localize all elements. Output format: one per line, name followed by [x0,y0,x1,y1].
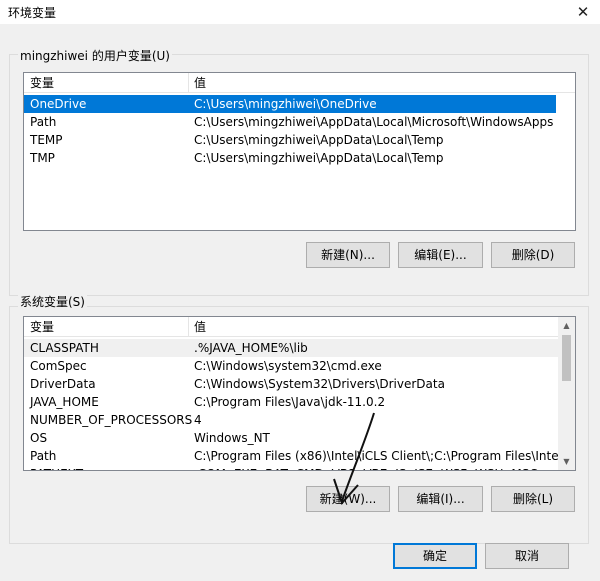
system-vars-header: 变量 值 [24,317,558,337]
table-row[interactable]: CLASSPATH .%JAVA_HOME%\lib [24,339,558,357]
variable-value: C:\Windows\system32\cmd.exe [194,359,382,373]
user-vars-group-label: mingzhiwei 的用户变量(U) [18,47,172,64]
table-row[interactable]: DriverData C:\Windows\System32\Drivers\Dr… [24,375,558,393]
system-edit-button[interactable]: 编辑(I)... [398,486,483,512]
system-vars-list[interactable]: 变量 值 CLASSPATH .%JAVA_HOME%\lib ComSpec C:\… [23,316,576,471]
variable-name: JAVA_HOME [30,395,99,409]
variable-value: Windows_NT [194,431,270,445]
scroll-up-icon[interactable]: ▲ [558,317,575,334]
system-vars-scrollbar[interactable]: ▲ ▼ [558,317,575,470]
dialog-body: mingzhiwei 的用户变量(U) 变量 值 OneDrive C:\User… [0,24,600,581]
variable-name: PATHEXT [30,465,83,470]
table-row[interactable]: Path C:\Program Files (x86)\Intel\iCLS Cl… [24,447,575,465]
close-icon[interactable]: ✕ [572,2,594,22]
table-row[interactable]: TMP C:\Users\mingzhiwei\AppData\Local\Tem… [24,149,556,167]
ok-button[interactable]: 确定 [393,543,477,569]
variable-name: TMP [30,151,55,165]
variable-value: .%JAVA_HOME%\lib [194,341,308,355]
variable-name: Path [30,449,57,463]
user-vars-header: 变量 值 [24,73,575,93]
window-title: 环境变量 [8,6,57,20]
variable-name: DriverData [30,377,96,391]
variable-value: C:\Users\mingzhiwei\AppData\Local\Micros… [194,115,554,129]
scroll-down-icon[interactable]: ▼ [558,453,575,470]
variable-name: CLASSPATH [30,341,99,355]
variable-value: 4 [194,413,202,427]
variable-value: C:\Users\mingzhiwei\AppData\Local\Temp [194,133,444,147]
table-row[interactable]: JAVA_HOME C:\Program Files\Java\jdk-11.0.… [24,393,558,411]
system-vars-group-label: 系统变量(S) [18,293,87,310]
table-row[interactable]: ComSpec C:\Windows\system32\cmd.exe [24,357,558,375]
user-delete-button[interactable]: 删除(D) [491,242,575,268]
variable-value: C:\Program Files (x86)\Intel\iCLS Client… [194,449,576,463]
table-row[interactable]: TEMP C:\Users\mingzhiwei\AppData\Local\Te… [24,131,556,149]
system-vars-col-name[interactable]: 变量 [24,317,54,337]
variable-name: Path [30,115,57,129]
variable-name: OneDrive [30,97,87,111]
system-vars-col-value[interactable]: 值 [188,317,206,337]
cancel-button[interactable]: 取消 [485,543,569,569]
variable-value: C:\Windows\System32\Drivers\DriverData [194,377,445,391]
system-delete-button[interactable]: 删除(L) [491,486,575,512]
variable-name: OS [30,431,48,445]
user-vars-col-value[interactable]: 值 [188,73,206,93]
annotation-arrow-icon [333,412,375,505]
user-edit-button[interactable]: 编辑(E)... [398,242,483,268]
table-row[interactable]: OS Windows_NT [24,429,558,447]
variable-value: C:\Users\mingzhiwei\AppData\Local\Temp [194,151,444,165]
user-new-button[interactable]: 新建(N)... [306,242,390,268]
variable-name: TEMP [30,133,63,147]
table-row[interactable]: PATHEXT.COM;.EXE;.BAT;.CMD;.VBS;.VBE;.JS… [24,465,558,470]
user-vars-list[interactable]: 变量 值 OneDrive C:\Users\mingzhiwei\OneDriv… [23,72,576,231]
table-row[interactable]: NUMBER_OF_PROCESSORS 4 [24,411,558,429]
scroll-thumb[interactable] [562,335,571,381]
title-bar: 环境变量 ✕ [0,0,600,24]
variable-name: ComSpec [30,359,87,373]
variable-name: NUMBER_OF_PROCESSORS [30,413,193,427]
user-vars-col-name[interactable]: 变量 [24,73,54,93]
table-row[interactable]: OneDrive C:\Users\mingzhiwei\OneDrive [24,95,556,113]
variable-value: C:\Users\mingzhiwei\OneDrive [194,97,377,111]
table-row[interactable]: Path C:\Users\mingzhiwei\AppData\Local\Mi… [24,113,556,131]
